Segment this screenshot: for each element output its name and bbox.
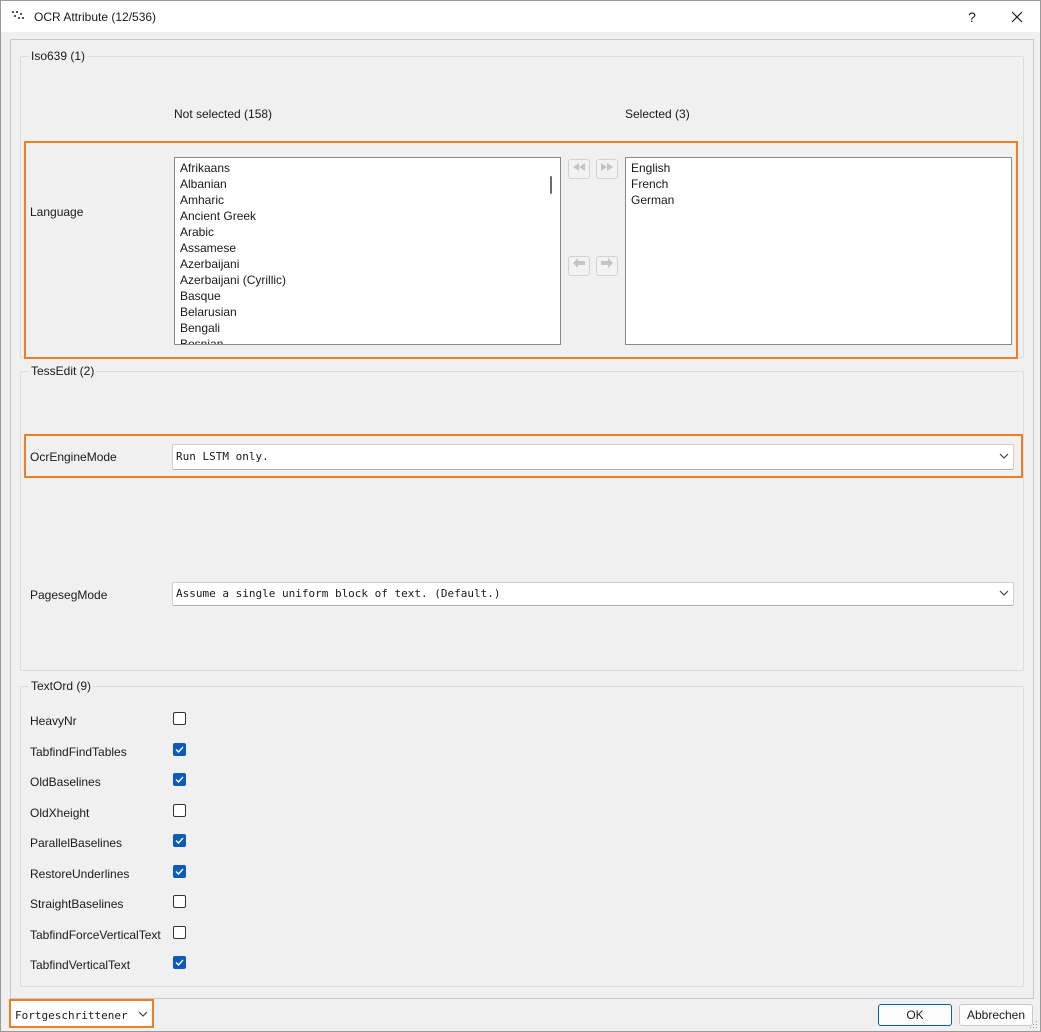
move-left-button[interactable] xyxy=(568,256,590,276)
window-title: OCR Attribute (12/536) xyxy=(34,10,157,24)
list-item[interactable]: German xyxy=(626,192,1011,208)
list-item[interactable]: Albanian xyxy=(175,176,560,192)
list-item[interactable]: Amharic xyxy=(175,192,560,208)
language-label: Language xyxy=(30,205,84,219)
pageseg-mode-value: Assume a single uniform block of text. (… xyxy=(176,587,501,600)
option-label: ParallelBaselines xyxy=(30,836,123,850)
not-selected-header: Not selected (158) xyxy=(174,107,273,121)
list-item[interactable]: Afrikaans xyxy=(175,160,560,176)
option-label: OldXheight xyxy=(30,806,90,820)
option-label: StraightBaselines xyxy=(30,897,124,911)
list-item[interactable]: English xyxy=(626,160,1011,176)
list-item[interactable]: Bengali xyxy=(175,320,560,336)
help-button[interactable]: ? xyxy=(958,5,986,29)
ocr-engine-mode-value: Run LSTM only. xyxy=(176,450,269,463)
option-label: OldBaselines xyxy=(30,775,101,789)
list-item[interactable]: Azerbaijani (Cyrillic) xyxy=(175,272,560,288)
option-checkbox[interactable] xyxy=(173,712,186,725)
ocr-engine-mode-label: OcrEngineMode xyxy=(30,450,117,464)
pageseg-mode-label: PagesegMode xyxy=(30,588,108,602)
arrow-right-icon xyxy=(601,258,613,268)
checkmark-icon xyxy=(175,776,184,784)
not-selected-listbox[interactable]: Afrikaans Albanian Amharic Ancient Greek Ara… xyxy=(174,157,561,345)
option-checkbox[interactable] xyxy=(173,773,186,786)
option-label: TabfindFindTables xyxy=(30,745,127,759)
move-all-right-button[interactable] xyxy=(596,159,618,179)
list-item[interactable]: Arabic xyxy=(175,224,560,240)
selected-header: Selected (3) xyxy=(625,107,690,121)
option-checkbox[interactable] xyxy=(173,834,186,847)
close-button[interactable] xyxy=(1002,5,1032,29)
list-item[interactable]: Belarusian xyxy=(175,304,560,320)
move-right-button[interactable] xyxy=(596,256,618,276)
option-label: TabfindVerticalText xyxy=(30,958,131,972)
list-item[interactable]: Bosnian xyxy=(175,336,560,344)
list-item[interactable]: Assamese xyxy=(175,240,560,256)
tessedit-group-title: TessEdit (2) xyxy=(29,364,97,378)
title-bar[interactable]: OCR Attribute (12/536) ? xyxy=(1,1,1040,32)
ok-button[interactable]: OK xyxy=(878,1004,952,1026)
dialog-window: OCR Attribute (12/536) ? Iso639 (1) Not … xyxy=(0,0,1041,1032)
cancel-button[interactable]: Abbrechen xyxy=(959,1004,1033,1026)
app-icon xyxy=(12,10,26,20)
mode-value: Fortgeschrittener xyxy=(15,1009,128,1022)
checkmark-icon xyxy=(175,868,184,876)
double-arrow-left-icon xyxy=(573,163,585,171)
checkmark-icon xyxy=(175,837,184,845)
client-area: Iso639 (1) Not selected (158) Selected (… xyxy=(10,39,1034,999)
chevron-down-icon xyxy=(999,590,1009,596)
option-checkbox[interactable] xyxy=(173,895,186,908)
tessedit-group xyxy=(20,371,1024,671)
option-label: RestoreUnderlines xyxy=(30,867,130,881)
pageseg-mode-select[interactable]: Assume a single uniform block of text. (… xyxy=(172,582,1014,606)
list-item[interactable]: Ancient Greek xyxy=(175,208,560,224)
ocr-engine-mode-select[interactable]: Run LSTM only. xyxy=(172,444,1014,470)
option-checkbox[interactable] xyxy=(173,956,186,969)
chevron-down-icon xyxy=(999,453,1009,459)
close-icon xyxy=(1011,11,1023,23)
checkmark-icon xyxy=(175,746,184,754)
textord-group xyxy=(20,686,1024,987)
double-arrow-right-icon xyxy=(601,163,613,171)
list-item[interactable]: Basque xyxy=(175,288,560,304)
option-checkbox[interactable] xyxy=(173,926,186,939)
list-item[interactable]: French xyxy=(626,176,1011,192)
list-item[interactable]: Azerbaijani xyxy=(175,256,560,272)
textord-group-title: TextOrd (9) xyxy=(29,679,94,693)
option-checkbox[interactable] xyxy=(173,804,186,817)
not-selected-scroll-thumb[interactable] xyxy=(550,176,552,194)
option-checkbox[interactable] xyxy=(173,865,186,878)
option-label: HeavyNr xyxy=(30,714,77,728)
move-all-left-button[interactable] xyxy=(568,159,590,179)
selected-listbox[interactable]: English French German xyxy=(625,157,1012,345)
option-label: TabfindForceVerticalText xyxy=(30,928,161,942)
chevron-down-icon xyxy=(138,1011,148,1017)
mode-select[interactable]: Fortgeschrittener xyxy=(9,999,154,1028)
iso639-group-title: Iso639 (1) xyxy=(29,49,88,63)
resize-grip-icon[interactable] xyxy=(1028,1019,1038,1029)
arrow-left-icon xyxy=(573,258,585,268)
checkmark-icon xyxy=(175,959,184,967)
option-checkbox[interactable] xyxy=(173,743,186,756)
